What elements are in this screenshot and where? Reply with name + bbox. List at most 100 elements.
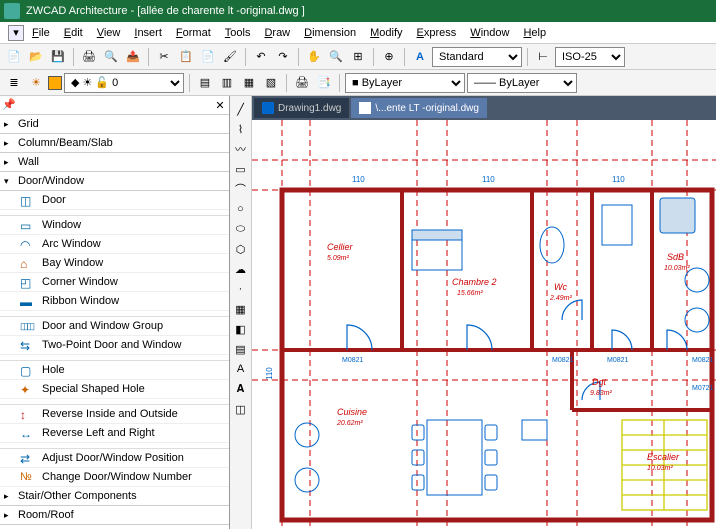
layer-color-icon [48,76,62,90]
zoom-button[interactable]: 🔍 [326,47,346,67]
publish-button[interactable]: 📤 [123,47,143,67]
tool-adjust-door-window-position[interactable]: Adjust Door/Window Position [0,449,229,468]
dim-style-select[interactable]: ISO-25 [555,47,625,67]
tab-drawing1[interactable]: Drawing1.dwg [254,98,349,118]
hatch-tool[interactable]: ▦ [232,300,250,318]
undo-button[interactable]: ↶ [251,47,271,67]
paste-button[interactable]: 📄 [198,47,218,67]
menu-tools[interactable]: Tools [219,25,257,41]
cut-button[interactable]: ✂ [154,47,174,67]
point-tool[interactable]: · [232,280,250,298]
print-setup-button[interactable]: 🖨 [292,73,312,93]
toolbar-layers: ≣ ☀ ◆ ☀ 🔓 0 ▤ ▥ ▦ ▧ 🖨 📑 ■ ByLayer —— ByL… [0,70,716,96]
zoom-ext-button[interactable]: ⊞ [348,47,368,67]
tool-arc-window[interactable]: Arc Window [0,235,229,254]
layer-select[interactable]: ◆ ☀ 🔓 0 [64,73,184,93]
rect-tool[interactable]: ▭ [232,160,250,178]
tool-two-point-door-and-window[interactable]: Two-Point Door and Window [0,336,229,355]
arc-icon [20,238,36,250]
layer-mgr-button[interactable]: ≣ [4,73,24,93]
drawing-canvas[interactable]: 110 110 110 110 M0821 M0821 M0821 M0821 … [252,120,716,529]
tool-change-door-window-number[interactable]: Change Door/Window Number [0,468,229,487]
category-column-beam-slab[interactable]: Column/Beam/Slab [0,134,229,153]
tool-window[interactable]: Window [0,216,229,235]
cloud-tool[interactable]: ☁ [232,260,250,278]
panel-close-icon[interactable]: ✕ [213,98,227,112]
chevron-icon [4,175,14,187]
linetype-select[interactable]: —— ByLayer [467,73,577,93]
save-button[interactable]: 💾 [48,47,68,67]
dim-style-icon[interactable]: ⊢ [533,47,553,67]
menu-file[interactable]: File [26,25,56,41]
circle-tool[interactable]: ○ [232,200,250,218]
menu-window[interactable]: Window [464,25,515,41]
category-stair-other-components[interactable]: Stair/Other Components [0,487,229,506]
layer-iso-button[interactable]: ▤ [195,73,215,93]
layer-prev-button[interactable]: ▥ [217,73,237,93]
svg-text:Cellier: Cellier [327,242,354,252]
svg-text:Escalier: Escalier [647,452,680,462]
new-button[interactable]: 📄 [4,47,24,67]
menu-format[interactable]: Format [170,25,217,41]
layer-off-button[interactable]: ▦ [239,73,259,93]
tool-door-and-window-group[interactable]: Door and Window Group [0,317,229,336]
menu-modify[interactable]: Modify [364,25,408,41]
svg-text:Chambre 2: Chambre 2 [452,277,497,287]
system-menu-icon[interactable]: ▾ [8,25,24,41]
table-tool[interactable]: ▤ [232,340,250,358]
menu-insert[interactable]: Insert [128,25,168,41]
hole-icon [20,364,36,376]
category-room-roof[interactable]: Room/Roof [0,506,229,525]
menu-express[interactable]: Express [411,25,463,41]
block-tool[interactable]: ◫ [232,400,250,418]
print-button[interactable]: 🖨 [79,47,99,67]
layer-new-button[interactable]: ☀ [26,73,46,93]
line-tool[interactable]: ╱ [232,100,250,118]
tool-bay-window[interactable]: Bay Window [0,254,229,273]
group-icon [20,320,36,332]
menu-edit[interactable]: Edit [58,25,89,41]
copy-button[interactable]: 📋 [176,47,196,67]
tab-original-dwg[interactable]: \...ente LT -original.dwg [351,98,487,118]
mtext-tool[interactable]: 𝐀 [232,380,250,398]
tool-reverse-left-and-right[interactable]: Reverse Left and Right [0,424,229,443]
region-tool[interactable]: ◧ [232,320,250,338]
match-button[interactable]: 🖌 [220,47,240,67]
tool-hole[interactable]: Hole [0,361,229,380]
panel-pin-icon[interactable]: 📌 [2,98,16,112]
text-tool[interactable]: A [232,360,250,378]
tool-special-shaped-hole[interactable]: Special Shaped Hole [0,380,229,399]
tool-ribbon-window[interactable]: Ribbon Window [0,292,229,311]
navigate-button[interactable]: ⊕ [379,47,399,67]
tool-reverse-inside-and-outside[interactable]: Reverse Inside and Outside [0,405,229,424]
category-elevation-section[interactable]: Elevation/Section [0,525,229,529]
redo-button[interactable]: ↷ [273,47,293,67]
arc-tool[interactable]: ⌒ [232,180,250,198]
menu-help[interactable]: Help [517,25,552,41]
category-wall[interactable]: Wall [0,153,229,172]
category-grid[interactable]: Grid [0,115,229,134]
category-door-window[interactable]: Door/Window [0,172,229,191]
menu-draw[interactable]: Draw [258,25,296,41]
menu-dimension[interactable]: Dimension [298,25,362,41]
floorplan-svg: 110 110 110 110 M0821 M0821 M0821 M0821 … [252,120,716,529]
ellipse-tool[interactable]: ⬭ [232,220,250,238]
plot-button[interactable]: 📑 [314,73,334,93]
svg-text:M0821: M0821 [552,357,574,364]
pan-button[interactable]: ✋ [304,47,324,67]
text-style-a-icon[interactable]: A [410,47,430,67]
preview-button[interactable]: 🔍 [101,47,121,67]
color-bylayer-select[interactable]: ■ ByLayer [345,73,465,93]
layer-on-button[interactable]: ▧ [261,73,281,93]
title-bar: ZWCAD Architecture - [allée de charente … [0,0,716,22]
open-button[interactable]: 📂 [26,47,46,67]
menu-view[interactable]: View [91,25,127,41]
polyline-tool[interactable]: ⌇ [232,120,250,138]
spline-tool[interactable]: 〰 [232,140,250,158]
svg-text:10.03m²: 10.03m² [664,265,690,272]
svg-text:110: 110 [482,175,495,184]
tool-corner-window[interactable]: Corner Window [0,273,229,292]
polygon-tool[interactable]: ⬡ [232,240,250,258]
tool-door[interactable]: Door [0,191,229,210]
text-style-select[interactable]: Standard [432,47,522,67]
